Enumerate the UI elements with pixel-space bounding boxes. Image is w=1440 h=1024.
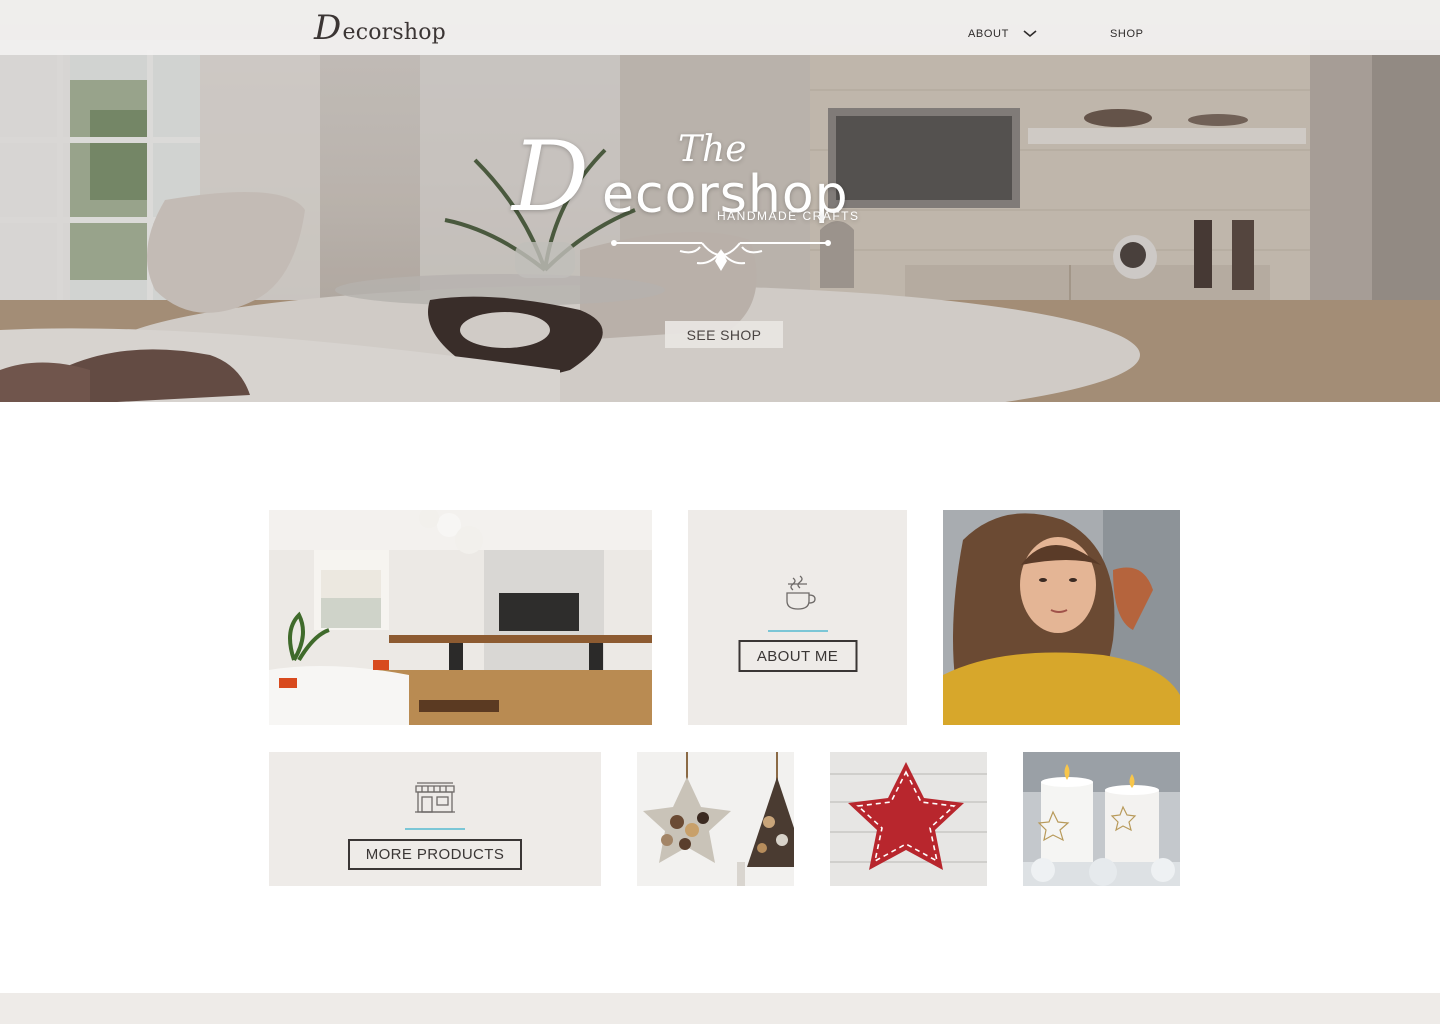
- woman-portrait-photo: [943, 510, 1180, 725]
- candles-photo: [1023, 752, 1180, 886]
- hero-tagline: HANDMADE CRAFTS: [717, 209, 860, 223]
- nav-shop-link[interactable]: SHOP: [1110, 28, 1144, 40]
- nav-about-label: ABOUT: [968, 28, 1009, 40]
- brand-logo-link[interactable]: D ecorshop: [314, 8, 446, 48]
- more-products-tile: MORE PRODUCTS: [269, 752, 601, 886]
- nav-about-dropdown[interactable]: ABOUT: [968, 28, 1037, 40]
- hero-logo: The D ecorshop HANDMADE CRAFTS: [510, 125, 950, 285]
- felt-star-photo-tile[interactable]: [830, 752, 987, 886]
- wooden-ornaments-photo-tile[interactable]: [637, 752, 794, 886]
- hero-logo-the: The: [678, 129, 747, 170]
- brand-logo-initial: D: [314, 8, 342, 48]
- brand-logo-word: ecorshop: [342, 20, 446, 45]
- felt-star-photo: [830, 752, 987, 886]
- about-accent-line: [767, 630, 828, 632]
- more-products-button[interactable]: MORE PRODUCTS: [348, 839, 522, 870]
- top-navigation-bar: D ecorshop ABOUT SHOP: [0, 0, 1440, 55]
- hero-logo-initial: D: [512, 121, 589, 233]
- shop-icon: [415, 782, 455, 813]
- see-shop-button[interactable]: SEE SHOP: [665, 321, 783, 348]
- ornament-divider-icon: [611, 240, 831, 271]
- hero-banner: The D ecorshop HANDMADE CRAFTS SEE SHOP: [0, 0, 1440, 402]
- living-room-photo: [269, 510, 652, 725]
- living-room-photo-tile[interactable]: [269, 510, 652, 725]
- about-me-tile: ABOUT ME: [688, 510, 907, 725]
- candles-photo-tile[interactable]: [1023, 752, 1180, 886]
- wooden-ornaments-photo: [637, 752, 794, 886]
- about-me-button[interactable]: ABOUT ME: [738, 640, 857, 672]
- woman-photo-tile[interactable]: [943, 510, 1180, 725]
- chevron-down-icon: [1023, 30, 1037, 38]
- products-accent-line: [405, 828, 465, 830]
- footer-band: [0, 993, 1440, 1024]
- coffee-cup-icon: [785, 575, 816, 610]
